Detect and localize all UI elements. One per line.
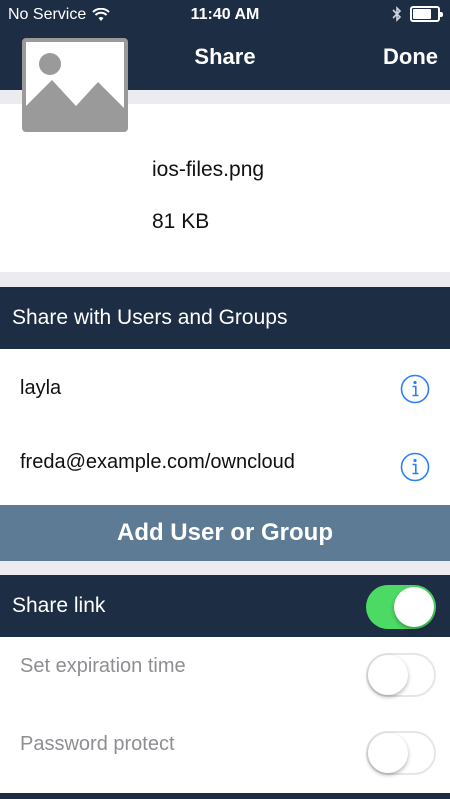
list-item: Set expiration time — [0, 637, 450, 715]
user-name: layla — [20, 377, 62, 399]
info-icon[interactable] — [400, 452, 430, 482]
add-user-or-group-button[interactable]: Add User or Group — [0, 505, 450, 561]
share-link-toggle[interactable] — [366, 585, 436, 629]
list-item[interactable]: freda@example.com/owncloud — [0, 427, 450, 505]
toggle-knob — [368, 733, 408, 773]
bottom-edge — [0, 793, 450, 799]
info-icon[interactable] — [400, 374, 430, 404]
toggle-knob — [394, 587, 434, 627]
user-name: freda@example.com/owncloud — [20, 451, 295, 473]
list-item[interactable]: layla — [0, 349, 450, 427]
bluetooth-icon — [392, 6, 402, 22]
password-toggle[interactable] — [366, 731, 436, 775]
status-right — [392, 6, 443, 22]
battery-icon — [410, 6, 443, 22]
share-link-label: Share link — [12, 594, 106, 617]
file-size: 81 KB — [152, 210, 210, 233]
done-button[interactable]: Done — [383, 44, 438, 70]
password-label: Password protect — [20, 733, 175, 755]
image-placeholder-icon — [22, 38, 128, 132]
list-item: Password protect — [0, 715, 450, 793]
file-name: ios-files.png — [152, 158, 265, 181]
expiration-label: Set expiration time — [20, 655, 186, 677]
users-section-header: Share with Users and Groups — [0, 287, 450, 349]
toggle-knob — [368, 655, 408, 695]
expiration-toggle[interactable] — [366, 653, 436, 697]
status-time: 11:40 AM — [190, 6, 260, 23]
